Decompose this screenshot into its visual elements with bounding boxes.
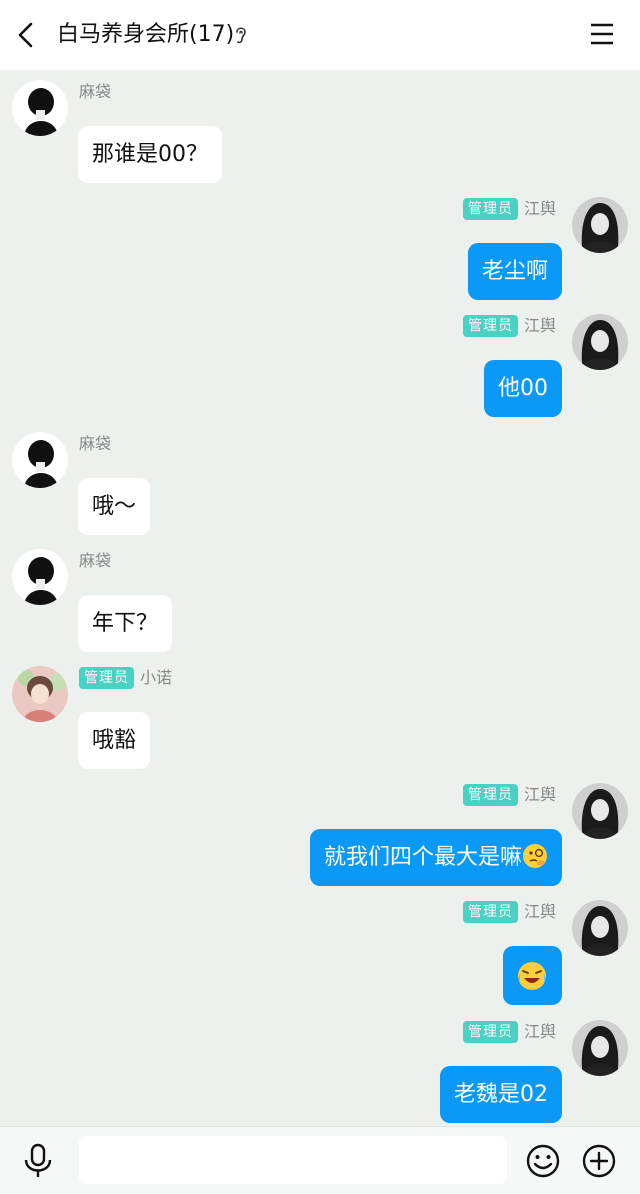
message-text: 就我们四个最大是嘛 bbox=[323, 845, 522, 870]
input-bar bbox=[0, 1126, 640, 1194]
message-input[interactable] bbox=[79, 1136, 507, 1184]
sender-name: 小诺 bbox=[140, 668, 173, 687]
avatar[interactable] bbox=[572, 314, 628, 370]
sender-name: 江舆 bbox=[523, 199, 556, 218]
plus-circle-icon[interactable] bbox=[581, 1143, 617, 1179]
avatar[interactable] bbox=[572, 1020, 628, 1076]
avatar[interactable] bbox=[572, 783, 628, 839]
chevron-left-icon[interactable] bbox=[14, 20, 40, 50]
sender-meta: 管理员 江舆 bbox=[462, 314, 556, 338]
avatar[interactable] bbox=[12, 549, 68, 605]
message-bubble[interactable]: 他00 bbox=[484, 360, 562, 417]
chat-message-list[interactable]: 麻袋 那谁是00？ 管理员 江舆 老尘啊 管理员 江舆 他00 麻袋 哦～ 麻袋… bbox=[0, 70, 640, 1126]
sender-name: 麻袋 bbox=[79, 82, 112, 101]
sender-meta: 管理员 小诺 bbox=[79, 666, 172, 690]
admin-badge: 管理员 bbox=[462, 1021, 518, 1043]
sender-name: 江舆 bbox=[523, 785, 556, 804]
admin-badge: 管理员 bbox=[462, 315, 518, 337]
hamburger-menu-icon[interactable] bbox=[590, 23, 614, 45]
sender-meta: 麻袋 bbox=[79, 549, 111, 573]
avatar[interactable] bbox=[12, 432, 68, 488]
sender-meta: 管理员 江舆 bbox=[462, 1020, 556, 1044]
message-bubble[interactable]: 哦豁 bbox=[78, 712, 151, 769]
sender-meta: 麻袋 bbox=[79, 432, 111, 456]
admin-badge: 管理员 bbox=[462, 784, 518, 806]
avatar[interactable] bbox=[12, 666, 68, 722]
group-title[interactable]: 白马养身会所(17) bbox=[57, 20, 234, 50]
admin-badge: 管理员 bbox=[462, 198, 518, 220]
avatar[interactable] bbox=[572, 900, 628, 956]
laughing-crying-emoji-icon bbox=[518, 962, 546, 990]
smiley-icon[interactable] bbox=[525, 1143, 561, 1179]
sender-meta: 管理员 江舆 bbox=[462, 197, 556, 221]
message-bubble[interactable]: 老魏是02 bbox=[440, 1066, 562, 1123]
message-bubble[interactable]: 就我们四个最大是嘛 bbox=[309, 829, 562, 886]
sender-name: 江舆 bbox=[523, 316, 556, 335]
message-bubble[interactable]: 那谁是00？ bbox=[78, 126, 222, 183]
admin-badge: 管理员 bbox=[462, 901, 518, 923]
avatar[interactable] bbox=[12, 80, 68, 136]
admin-badge: 管理员 bbox=[79, 667, 134, 689]
sender-meta: 管理员 江舆 bbox=[462, 783, 556, 807]
chat-header: 白马养身会所(17) bbox=[0, 0, 640, 70]
microphone-icon[interactable] bbox=[22, 1143, 54, 1179]
message-bubble[interactable]: 年下？ bbox=[78, 595, 173, 652]
thinking-emoji-icon bbox=[523, 844, 547, 868]
message-bubble[interactable]: 老尘啊 bbox=[467, 243, 562, 300]
sender-meta: 麻袋 bbox=[79, 80, 111, 104]
sender-name: 江舆 bbox=[523, 1022, 556, 1041]
message-bubble[interactable] bbox=[503, 946, 562, 1005]
sender-name: 江舆 bbox=[523, 902, 556, 921]
sender-meta: 管理员 江舆 bbox=[462, 900, 556, 924]
message-bubble[interactable]: 哦～ bbox=[78, 478, 151, 535]
avatar[interactable] bbox=[572, 197, 628, 253]
sender-name: 麻袋 bbox=[79, 551, 112, 570]
ear-icon bbox=[236, 27, 246, 44]
sender-name: 麻袋 bbox=[79, 434, 112, 453]
